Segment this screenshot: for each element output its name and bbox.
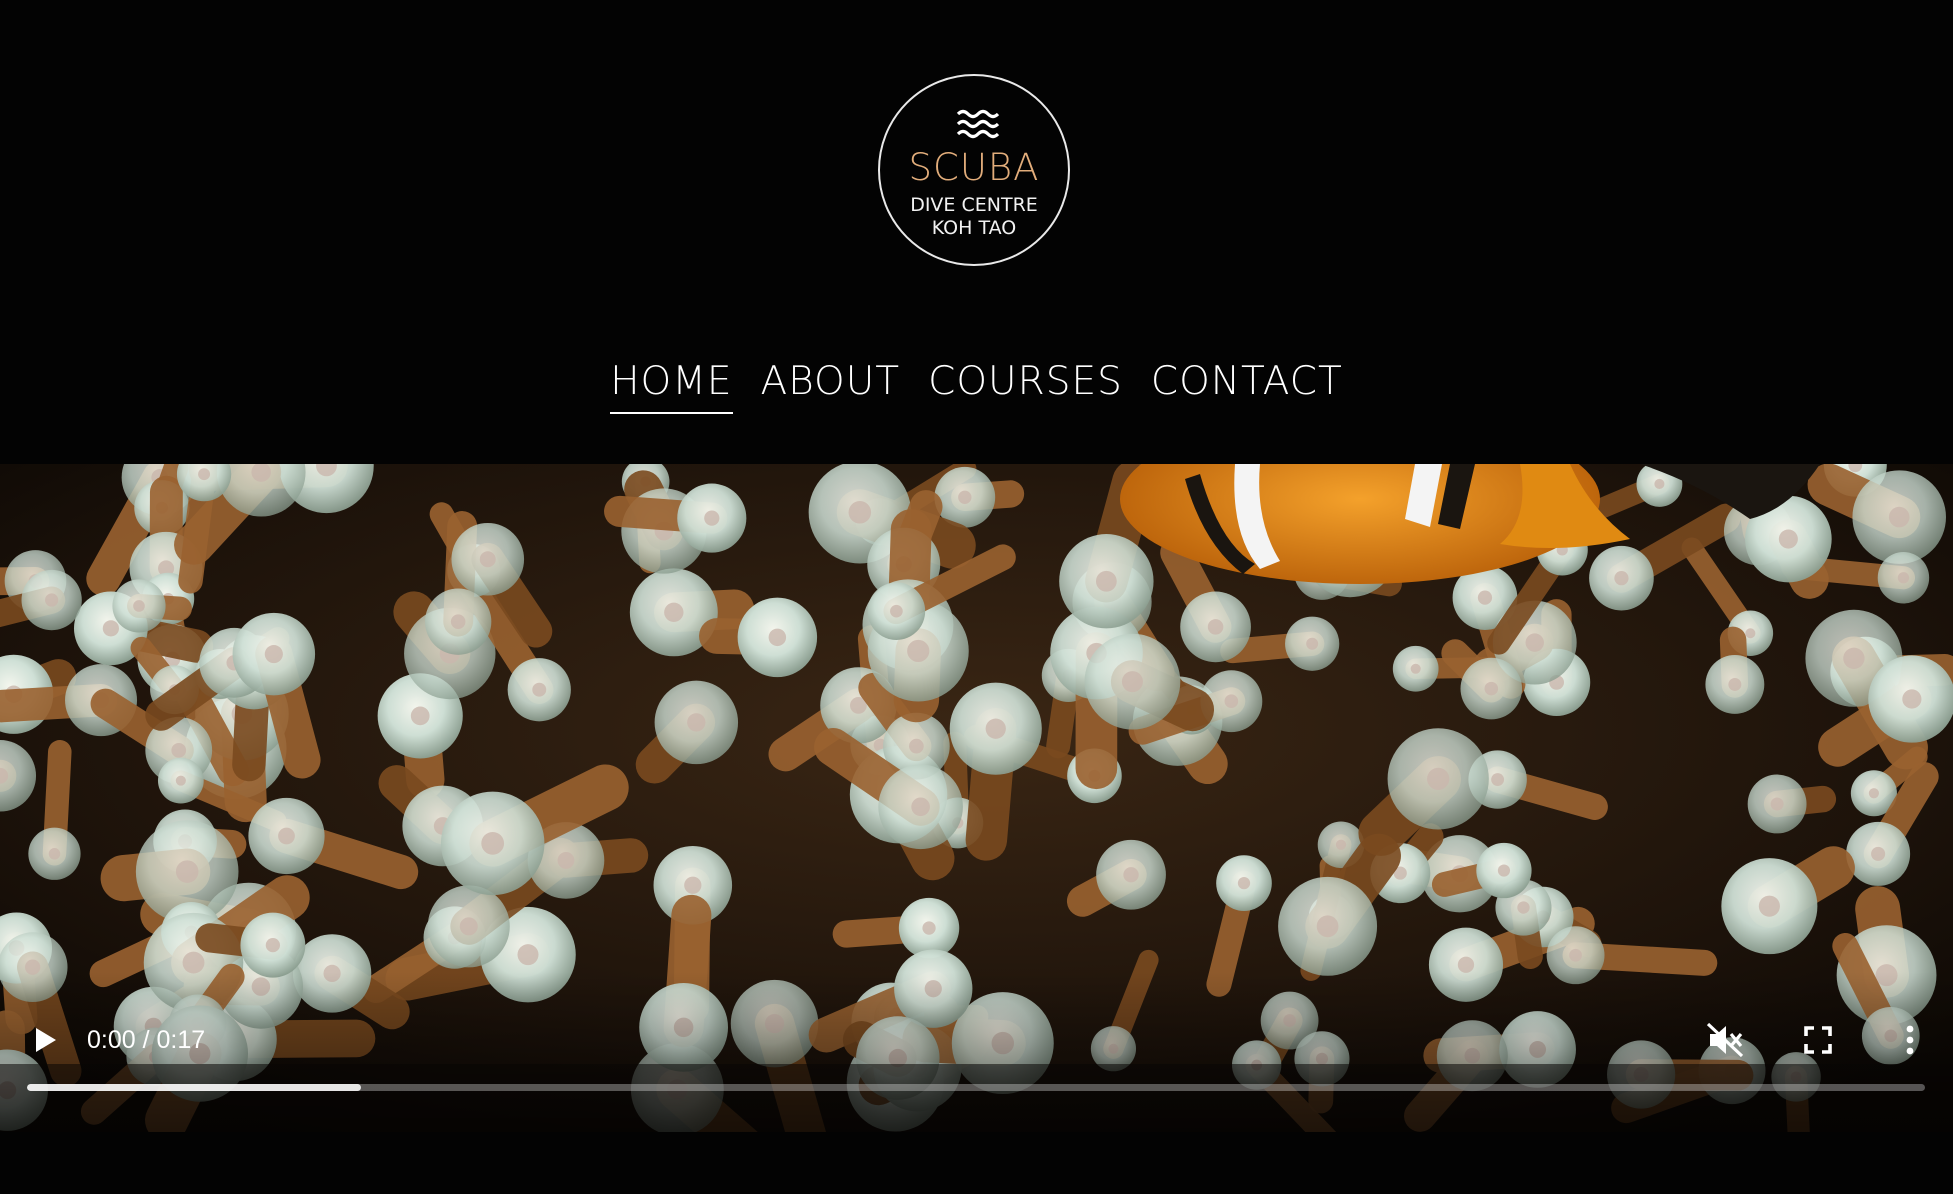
controls-gradient: [0, 972, 1953, 1132]
site-logo[interactable]: SCUBA DIVE CENTRE KOH TAO: [878, 74, 1070, 266]
logo-subtitle-line2: KOH TAO: [931, 217, 1017, 239]
main-nav: HOME ABOUT COURSES CONTACT: [0, 358, 1953, 414]
nav-contact[interactable]: CONTACT: [1151, 358, 1343, 414]
logo-brand: SCUBA: [908, 146, 1040, 189]
waves-icon: [956, 109, 1000, 139]
hero-video[interactable]: 0:00 / 0:17: [0, 464, 1953, 1132]
more-vertical-icon[interactable]: [1892, 1022, 1928, 1058]
play-icon[interactable]: [28, 1024, 60, 1056]
fullscreen-icon[interactable]: [1800, 1022, 1836, 1058]
video-progress-bar[interactable]: [27, 1084, 1925, 1091]
video-time: 0:00 / 0:17: [87, 1026, 206, 1054]
nav-about[interactable]: ABOUT: [761, 358, 901, 414]
logo-subtitle-line1: DIVE CENTRE: [910, 194, 1038, 216]
video-buffered-fill: [27, 1084, 362, 1091]
muted-speaker-icon[interactable]: [1706, 1022, 1746, 1058]
nav-home[interactable]: HOME: [610, 358, 733, 414]
nav-courses[interactable]: COURSES: [928, 358, 1123, 414]
